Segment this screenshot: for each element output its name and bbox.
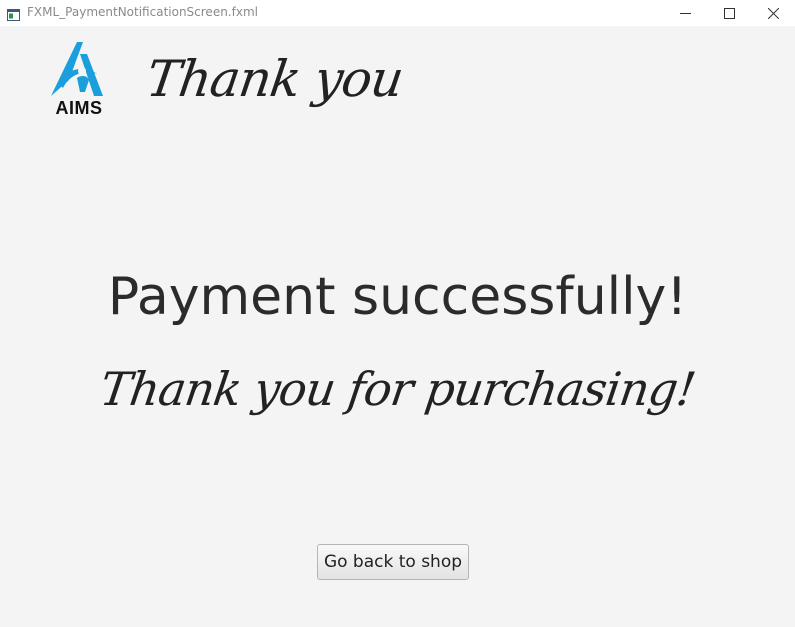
payment-success-heading: Payment successfully! — [107, 267, 688, 327]
minimize-button[interactable] — [663, 0, 707, 26]
thank-you-message: Thank you for purchasing! — [96, 362, 699, 416]
maximize-button[interactable] — [707, 0, 751, 26]
title-bar[interactable]: FXML_PaymentNotificationScreen.fxml — [0, 0, 795, 26]
aims-logo-mark — [51, 42, 103, 96]
app-window: FXML_PaymentNotificationScreen.fxml AIMS… — [0, 0, 795, 627]
app-window-icon — [7, 6, 20, 21]
close-button[interactable] — [751, 0, 795, 26]
aims-logo: AIMS — [47, 40, 113, 118]
maximize-icon — [723, 4, 735, 23]
header-thank-you: Thank you — [142, 50, 407, 108]
close-icon — [767, 4, 779, 23]
window-title: FXML_PaymentNotificationScreen.fxml — [27, 5, 258, 19]
go-back-to-shop-button[interactable]: Go back to shop — [317, 544, 469, 580]
aims-logo-text: AIMS — [55, 98, 103, 118]
minimize-icon — [679, 4, 691, 23]
notification-content: AIMS Thank you Payment successfully! Tha… — [0, 26, 795, 627]
